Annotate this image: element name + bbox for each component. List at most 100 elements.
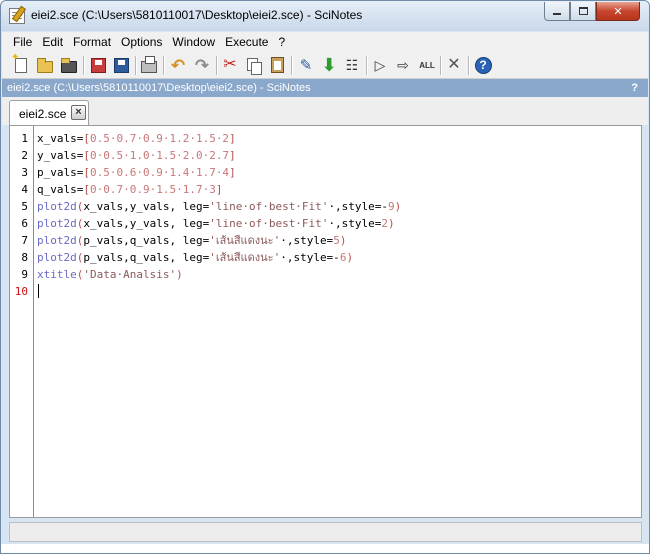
code-token: ·,style=- <box>328 200 389 213</box>
code-line[interactable]: p_vals=[0.5·0.6·0.9·1.4·1.7·4] <box>37 164 236 181</box>
menu-file[interactable]: File <box>2 32 37 52</box>
code-token: plot2d <box>37 251 77 264</box>
code-token: x_vals,y_vals, leg= <box>83 200 210 213</box>
open-file-icon <box>37 57 53 73</box>
run-selection-button[interactable]: ⇨ <box>393 55 413 75</box>
toolbar-separator <box>366 56 367 75</box>
code-token: ) <box>339 234 347 247</box>
execute-file-button[interactable]: ⬇ <box>319 55 339 75</box>
save-as-button[interactable] <box>111 55 131 75</box>
code-editor[interactable]: 1 2 3 4 5 6 7 8 9 10 x_vals=[0.5·0.7·0.9·1.2·1.5·… <box>9 125 642 518</box>
line-number: 8 <box>21 251 28 264</box>
file-path-bar: eiei2.sce (C:\Users\5810110017\Desktop\e… <box>2 79 648 97</box>
settings-icon: ✕ <box>447 56 461 73</box>
file-path-text: eiei2.sce (C:\Users\5810110017\Desktop\e… <box>7 82 311 94</box>
print-icon <box>141 55 157 73</box>
code-token: 0·0.5·1.0·1.5·2.0·2.7 <box>89 149 230 162</box>
code-line[interactable]: y_vals=[0·0.5·1.0·1.5·2.0·2.7] <box>37 147 236 164</box>
code-token: ·,style=- <box>280 251 340 264</box>
line-number: 7 <box>21 234 28 247</box>
toolbar-separator <box>135 56 136 75</box>
line-number: 3 <box>21 166 28 179</box>
line-number: 1 <box>21 132 28 145</box>
menu-format[interactable]: Format <box>68 32 116 52</box>
code-line[interactable]: xtitle('Data·Analsis') <box>37 266 183 283</box>
code-token: 'Data·Analsis' <box>83 268 177 281</box>
code-token: [ <box>83 149 90 162</box>
code-line[interactable]: plot2d(p_vals,q_vals, leg='เส้นสีแดงนะ'·… <box>37 232 346 249</box>
toolbar-separator <box>163 56 164 75</box>
code-token: plot2d <box>37 200 77 213</box>
title-bar[interactable]: eiei2.sce (C:\Users\5810110017\Desktop\e… <box>1 1 649 31</box>
line-number: 6 <box>21 217 28 230</box>
run-button[interactable]: ▷ <box>370 55 390 75</box>
tab-eiei2-sce[interactable]: eiei2.sce × <box>9 100 89 125</box>
settings-button[interactable]: ✕ <box>444 55 464 75</box>
copy-button[interactable] <box>244 55 264 75</box>
line-number: 4 <box>21 183 28 196</box>
code-token: 0.5·0.6·0.9·1.4·1.7·4 <box>89 166 230 179</box>
minimize-button[interactable] <box>544 2 570 21</box>
minimize-icon <box>553 13 561 15</box>
code-line[interactable]: plot2d(x_vals,y_vals, leg='line·of·best·… <box>37 215 395 232</box>
open-file-button[interactable] <box>35 55 55 75</box>
toolbar-separator <box>83 56 84 75</box>
menu-options[interactable]: Options <box>116 32 167 52</box>
paste-button[interactable] <box>267 55 287 75</box>
code-line[interactable]: plot2d(x_vals,y_vals, leg='line·of·best·… <box>37 198 401 215</box>
menu-edit[interactable]: Edit <box>37 32 68 52</box>
redo-button[interactable]: ↷ <box>192 55 212 75</box>
code-token: [ <box>83 132 90 145</box>
code-token: [ <box>83 166 90 179</box>
code-token: ] <box>229 149 236 162</box>
cut-button[interactable]: ✂ <box>220 55 240 75</box>
code-token: ) <box>346 251 354 264</box>
tree-icon: ☷ <box>345 57 359 73</box>
menu-window[interactable]: Window <box>167 32 220 52</box>
open-folder-icon <box>61 57 77 73</box>
code-line[interactable]: q_vals=[0·0.7·0.9·1.5·1.7·3] <box>37 181 222 198</box>
code-token: y_vals= <box>37 149 84 162</box>
save-button[interactable] <box>88 55 108 75</box>
code-token: plot2d <box>37 217 77 230</box>
code-token: ] <box>229 166 236 179</box>
scinotes-app-icon[interactable] <box>9 8 25 24</box>
status-bar <box>9 522 642 542</box>
help-icon: ? <box>474 56 492 74</box>
code-token: q_vals= <box>37 183 84 196</box>
close-button[interactable]: ✕ <box>596 2 640 21</box>
run-icon: ▷ <box>374 57 386 73</box>
paste-icon <box>270 57 284 73</box>
print-button[interactable] <box>139 55 159 75</box>
toolbar-separator <box>291 56 292 75</box>
maximize-button[interactable] <box>570 2 596 21</box>
execute-all-icon: ALL <box>419 60 435 70</box>
code-token: x_vals,y_vals, leg= <box>83 217 210 230</box>
tab-close-button[interactable]: × <box>71 105 86 120</box>
undo-button[interactable]: ↶ <box>168 55 188 75</box>
code-line[interactable]: x_vals=[0.5·0.7·0.9·1.2·1.5·2] <box>37 130 236 147</box>
help-button[interactable]: ? <box>473 55 493 75</box>
code-token: ) <box>394 200 402 213</box>
menu-help[interactable]: ? <box>273 32 290 52</box>
menu-execute[interactable]: Execute <box>220 32 273 52</box>
save-icon <box>90 57 106 73</box>
redo-icon: ↷ <box>194 55 210 75</box>
open-folder-button[interactable] <box>59 55 79 75</box>
tree-button[interactable]: ☷ <box>342 55 362 75</box>
new-file-button[interactable] <box>11 52 31 75</box>
new-file-icon <box>11 52 27 73</box>
code-area[interactable]: x_vals=[0.5·0.7·0.9·1.2·1.5·2] y_vals=[0·… <box>37 126 639 517</box>
code-line[interactable]: plot2d(p_vals,q_vals, leg='เส้นสีแดงนะ'·… <box>37 249 353 266</box>
code-token: ) <box>176 268 183 281</box>
code-token: p_vals= <box>37 166 84 179</box>
code-token: 'เส้นสีแดงนะ' <box>209 234 281 247</box>
window-title: eiei2.sce (C:\Users\5810110017\Desktop\e… <box>31 8 363 22</box>
code-token: xtitle <box>37 268 77 281</box>
pathbar-help-button[interactable]: ? <box>631 79 638 97</box>
code-token: plot2d <box>37 234 77 247</box>
execute-all-button[interactable]: ALL <box>417 55 437 75</box>
tab-strip: eiei2.sce × <box>2 97 648 125</box>
code-token: 'เส้นสีแดงนะ' <box>209 251 281 264</box>
find-button[interactable]: ✎ <box>296 55 316 75</box>
